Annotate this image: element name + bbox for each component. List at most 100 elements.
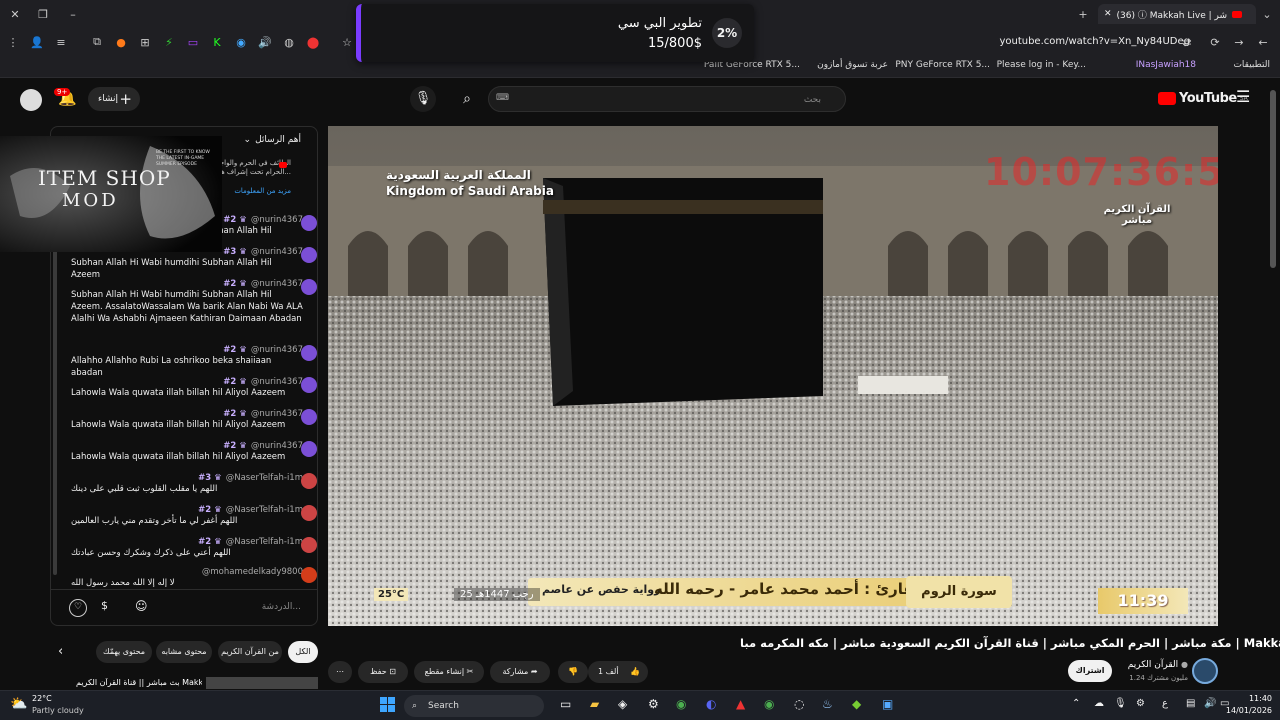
like-button[interactable]: 1 ألف 👍 [588,661,648,683]
channel-name[interactable]: القرآن الكريم ● [1112,660,1188,670]
hamburger-menu-icon[interactable]: ☰ [1236,87,1250,106]
profile-icon[interactable]: 👤 [28,33,46,51]
page-scrollbar[interactable] [1270,90,1276,268]
new-tab-icon[interactable]: + [1074,5,1092,23]
chat-message[interactable]: #3 ♛ @nurin4367 Subhan Allah Hi Wabi humdi… [71,247,317,281]
address-bar[interactable]: youtube.com/watch?v=Xn_Ny84UDeg [770,32,1190,52]
chat-author-name[interactable]: @nurin4367 [251,377,303,387]
heart-icon[interactable]: ♡ [69,599,87,617]
input-language[interactable]: ع [1162,698,1168,709]
back-icon[interactable]: ← [1254,33,1272,51]
bookmark-4[interactable]: عربة تسوق أمازون [817,60,888,70]
chat-message[interactable]: #2 ♛ @nurin4367 Lahowla Wala quwata illah … [71,441,317,463]
network-icon[interactable]: ▤ [1186,698,1195,709]
account-avatar[interactable] [20,89,42,111]
taskbar-search[interactable]: ⌕ Search [404,695,544,717]
chat-message[interactable]: #2 ♛ @nurin4367 Allahho Allahho Rubi La os… [71,345,317,379]
chat-author-name[interactable]: @NaserTelfah-i1m [226,505,303,515]
task-view-icon[interactable]: ▭ [560,697,571,711]
extension-icon-4[interactable]: ⚡ [160,33,178,51]
chat-author-name[interactable]: @nurin4367 [251,441,303,451]
close-window-icon[interactable]: ✕ [6,5,24,23]
chat-author-avatar[interactable] [301,247,317,263]
windows-start-icon[interactable] [380,697,395,712]
restore-window-icon[interactable]: ❐ [34,5,52,23]
chat-author-name[interactable]: @nurin4367 [251,279,303,289]
chat-message[interactable]: #2 ♛ @nurin4367 Lahowla Wala quwata illah … [71,377,317,399]
bookmark-star-icon[interactable]: ☆ [338,33,356,51]
bookmark-3[interactable]: PNY GeForce RTX 5... [895,60,990,70]
close-tab-icon[interactable]: ✕ [1104,9,1112,19]
extension-icon-3[interactable]: ⊞ [136,33,154,51]
chat-author-name[interactable]: @nurin4367 [251,247,303,257]
extension-icon-2[interactable]: ● [112,33,130,51]
extension-icon-1[interactable]: ≡ [52,33,70,51]
chat-author-avatar[interactable] [301,377,317,393]
chat-message[interactable]: #2 ♛ @nurin4367 Lahowla Wala quwata illah … [71,409,317,431]
chip-interests[interactable]: محتوى يهمّك [96,641,152,663]
nvidia-icon[interactable]: ◆ [852,697,861,711]
chat-input[interactable]: الدردشة... [171,595,301,619]
chat-author-name[interactable]: @NaserTelfah-i1m [226,473,303,483]
app-icon-2[interactable]: ▲ [736,697,745,711]
chat-message[interactable]: @mohamedelkady9800 لا إله إلا الله محمد ر… [71,567,317,589]
chrome-profile-icon[interactable]: ◉ [764,697,774,711]
clip-button[interactable]: إنشاء مقطع ✂ [414,661,484,683]
channel-avatar[interactable] [1192,658,1218,684]
chat-author-name[interactable]: @mohamedelkady9800 [202,567,303,577]
chat-author-avatar[interactable] [301,567,317,583]
chat-author-avatar[interactable] [301,473,317,489]
dislike-button[interactable]: 👎 [558,661,588,683]
app-icon-1[interactable]: ◈ [618,697,627,711]
subscribe-button[interactable]: اشتراك [1068,660,1112,682]
chat-author-avatar[interactable] [301,505,317,521]
chat-message[interactable]: #3 ♛ @NaserTelfah-i1m اللهم يا مقلب القلوب… [71,473,317,495]
emoji-icon[interactable]: ☺ [135,599,148,613]
chip-quran[interactable]: من القرآن الكريم [218,641,282,663]
chat-message[interactable]: #2 ♛ @nurin4367Subhan Allah Hi Wabi humdi… [71,279,317,325]
chat-author-avatar[interactable] [301,215,317,231]
chip-all[interactable]: الكل [288,641,318,663]
clock-date[interactable]: 14/01/2026 [1222,706,1272,715]
save-button[interactable]: حفظ ⊡ [358,661,408,683]
app-icon-4[interactable]: ▣ [882,697,893,711]
chat-author-name[interactable]: @nurin4367 [251,345,303,355]
chip-similar[interactable]: محتوى مشابه [156,641,212,663]
search-input[interactable]: بحث [488,86,846,112]
keyboard-icon[interactable]: ⌨ [496,93,509,103]
forward-icon[interactable]: → [1230,33,1248,51]
more-actions-icon[interactable]: ⋯ [328,661,352,683]
settings-gear-icon[interactable]: ⚙ [648,697,659,711]
chat-author-avatar[interactable] [301,537,317,553]
steam-icon[interactable]: ♨ [822,697,833,711]
chat-author-avatar[interactable] [301,441,317,457]
create-button[interactable]: إنشاء + [88,87,140,111]
next-video-title[interactable]: بث مباشر || قناة القرآن الكريم Makkah [76,678,202,687]
next-video-thumbnail[interactable] [206,677,318,689]
voice-search-mic-icon[interactable]: 🎙 [410,86,436,112]
extension-icon-5[interactable]: ▭ [184,33,202,51]
volume-icon[interactable]: 🔊 [1204,698,1216,709]
chat-message[interactable]: #2 ♛ @NaserTelfah-i1m اللهم أعني على ذكرك … [71,537,317,559]
chat-mode-selector[interactable]: ⌄ أهم الرسائل [244,135,301,145]
speaker-icon[interactable]: 🔊 [256,33,274,51]
search-icon[interactable]: ⌕ [454,86,480,112]
clock-time[interactable]: 11:40 [1236,694,1272,703]
share-button[interactable]: مشاركة ➦ [490,661,550,683]
bookmark-2[interactable]: Please log in - Key... [997,60,1086,70]
chrome-icon[interactable]: ◉ [676,697,686,711]
minimize-window-icon[interactable]: – [64,5,82,23]
extension-icon-9[interactable]: ⬤ [304,33,322,51]
weather-icon[interactable]: ⛅ [10,696,27,712]
microphone-tray-icon[interactable]: 🎙 [1114,698,1127,709]
super-chat-dollar-icon[interactable]: $ [101,599,108,612]
chat-author-name[interactable]: @nurin4367 [251,409,303,419]
youtube-logo[interactable]: YouTube SA [1158,91,1248,106]
chat-author-avatar[interactable] [301,345,317,361]
show-hidden-icons-icon[interactable]: ⌃ [1072,698,1080,709]
chat-message[interactable]: #2 ♛ @NaserTelfah-i1m اللهم أغفر لي ما تأخ… [71,505,317,527]
chips-scroll-left-icon[interactable]: ‹ [58,644,63,659]
reload-icon[interactable]: ⟳ [1206,33,1224,51]
chat-author-avatar[interactable] [301,279,317,295]
tab-makkah-live[interactable]: ✕ (36) ⓘ Makkah Live | مكة مباشر [1098,4,1256,24]
